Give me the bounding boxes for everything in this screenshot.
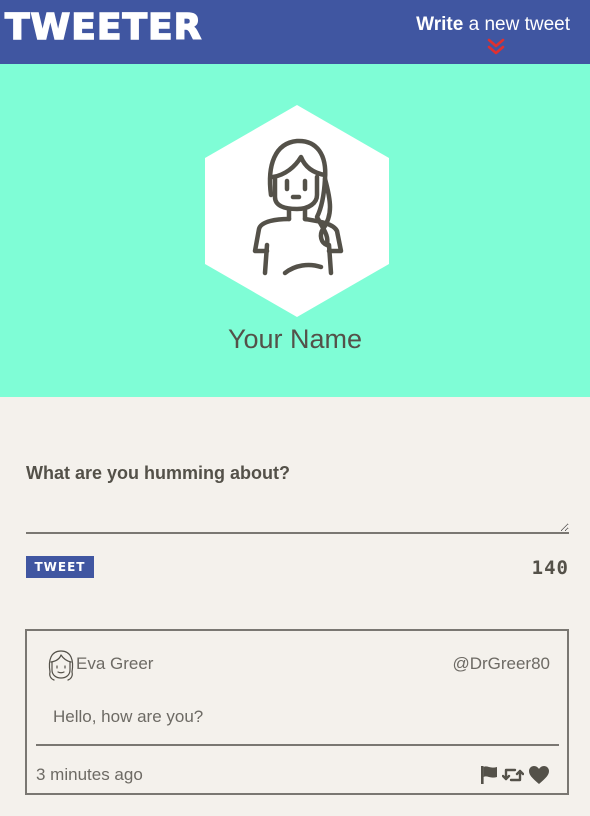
app-logo[interactable]: TWEETER	[4, 7, 202, 49]
tweet-handle: @DrGreer80	[452, 654, 550, 673]
write-new-tweet-link[interactable]: Write a new tweet	[416, 13, 570, 37]
tweet-timestamp: 3 minutes ago	[36, 765, 143, 784]
tweet-button[interactable]: TWEET	[26, 556, 94, 578]
tweet-actions	[480, 765, 550, 785]
tweet-divider	[36, 744, 559, 746]
flag-icon[interactable]	[480, 765, 498, 785]
write-new-tweet-bold: Write	[416, 14, 464, 35]
top-nav: TWEETER Write a new tweet	[0, 0, 590, 64]
tweet-author: Eva Greer	[76, 654, 154, 673]
profile-name: Your Name	[227, 324, 363, 354]
heart-icon[interactable]	[528, 765, 550, 785]
double-chevron-down-icon[interactable]	[486, 38, 506, 56]
user-avatar-icon	[205, 105, 389, 317]
write-new-tweet-rest: a new tweet	[463, 14, 570, 35]
tweet-card: Eva Greer @DrGreer80 Hello, how are you?…	[25, 629, 569, 795]
tweet-input[interactable]	[26, 494, 569, 534]
retweet-icon[interactable]	[502, 765, 524, 785]
profile-header: Your Name	[0, 64, 590, 397]
character-counter: 140	[531, 557, 569, 579]
author-avatar-icon	[48, 650, 74, 681]
tweet-content: Hello, how are you?	[53, 707, 204, 726]
compose-label: What are you humming about?	[26, 463, 290, 483]
